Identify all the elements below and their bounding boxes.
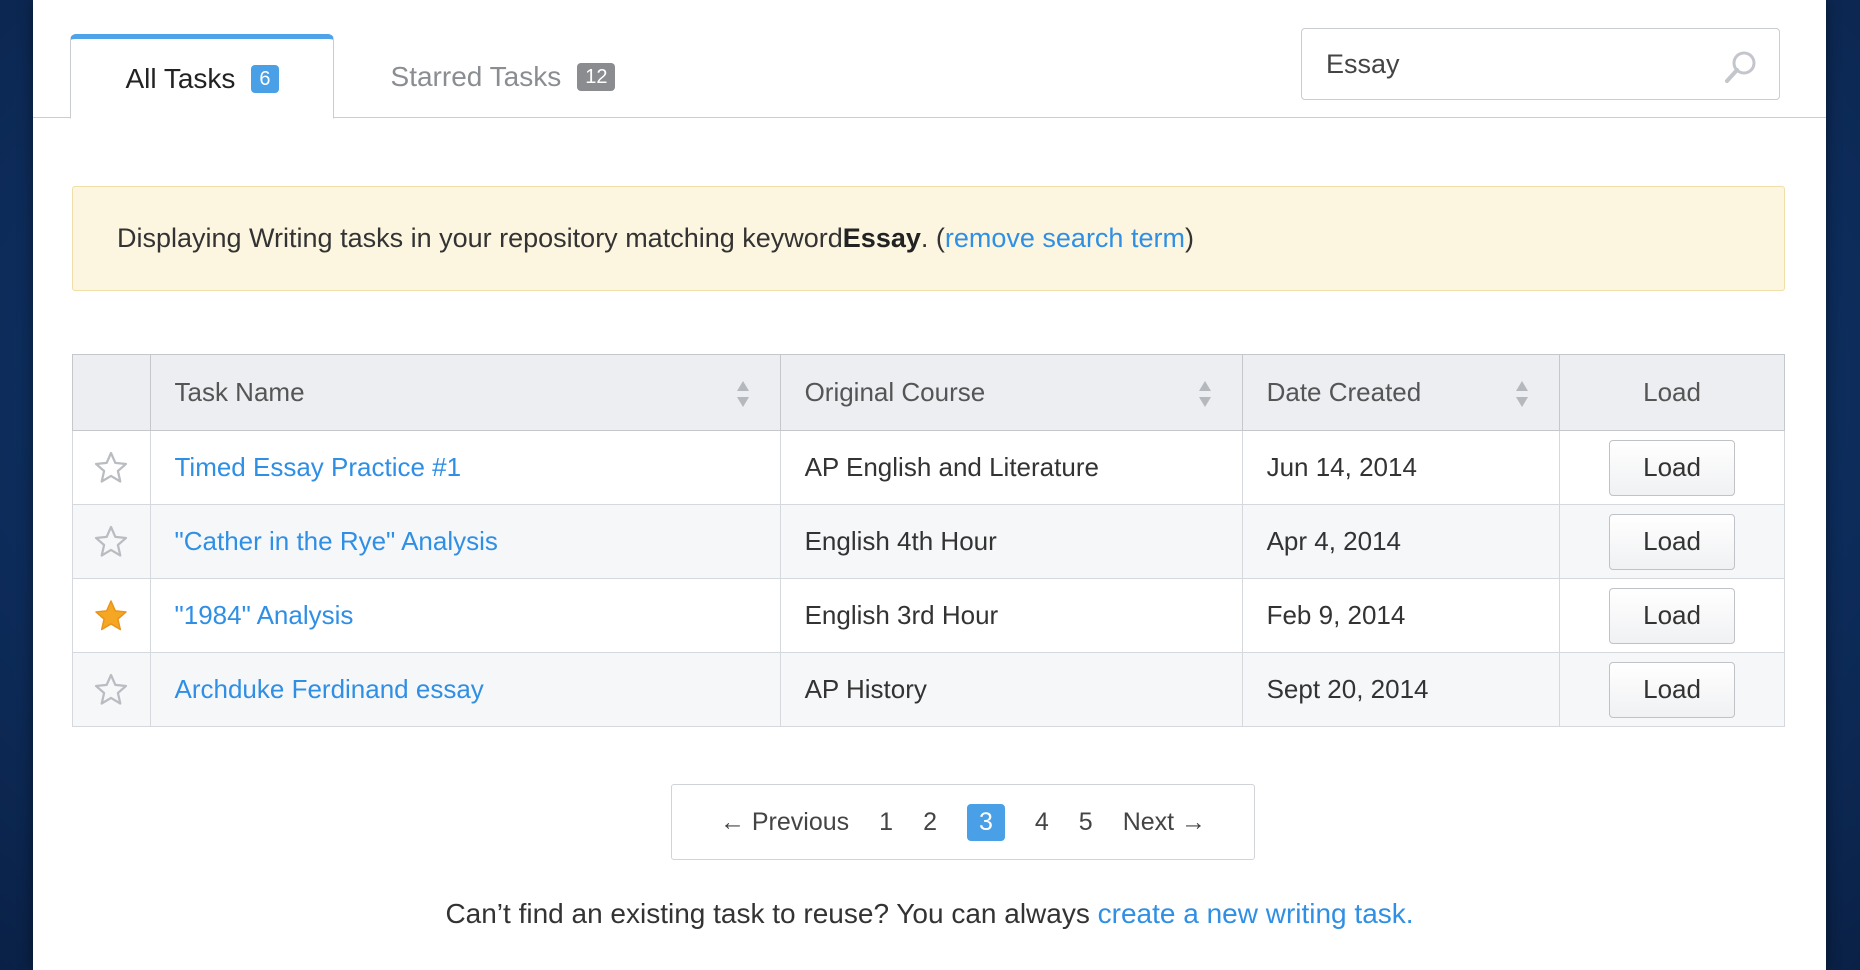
course-cell: English 3rd Hour [779, 578, 1243, 653]
date-cell: Feb 9, 2014 [1241, 578, 1561, 653]
star-cell [72, 504, 151, 579]
previous-page-link[interactable]: ← Previous [720, 808, 849, 837]
star-outline-icon[interactable] [93, 524, 129, 560]
table-row: Timed Essay Practice #1 AP English and L… [72, 430, 1785, 505]
tab-label: All Tasks [125, 62, 236, 94]
load-cell: Load [1559, 430, 1785, 505]
star-cell [72, 578, 151, 653]
remove-search-term-link[interactable]: remove search term [945, 223, 1185, 254]
page-link[interactable]: 2 [923, 808, 937, 837]
date-cell: Apr 4, 2014 [1241, 504, 1561, 579]
footer-message: Can’t find an existing task to reuse? Yo… [33, 898, 1826, 930]
star-outline-icon[interactable] [93, 672, 129, 708]
tab-starred-tasks[interactable]: Starred Tasks 12 [368, 34, 638, 119]
search-notice: Displaying Writing tasks in your reposit… [72, 186, 1785, 291]
load-button[interactable]: Load [1609, 513, 1736, 570]
tab-bar: All Tasks 6 Starred Tasks 12 [33, 0, 1826, 119]
column-header-label: Date Created [1266, 377, 1422, 407]
notice-text: ) [1184, 223, 1194, 253]
load-cell: Load [1559, 504, 1785, 579]
task-name-cell: "1984" Analysis [149, 578, 781, 653]
tasks-table: Task Name Original Course Date Created L… [72, 354, 1785, 727]
search-icon[interactable] [1723, 49, 1759, 85]
column-header-date-created[interactable]: Date Created [1241, 354, 1561, 431]
date-cell: Sept 20, 2014 [1241, 652, 1561, 727]
table-row: Archduke Ferdinand essay AP History Sept… [72, 652, 1785, 727]
create-task-link[interactable]: create a new writing task. [1098, 898, 1414, 929]
task-name-link[interactable]: "Cather in the Rye" Analysis [175, 526, 498, 556]
course-cell: AP History [779, 652, 1243, 727]
count-badge: 6 [251, 64, 279, 93]
page-link-current[interactable]: 3 [966, 803, 1005, 841]
table-row: "1984" Analysis English 3rd Hour Feb 9, … [72, 578, 1785, 653]
tab-all-tasks[interactable]: All Tasks 6 [70, 34, 334, 119]
task-name-cell: Archduke Ferdinand essay [149, 652, 781, 727]
load-button[interactable]: Load [1609, 439, 1736, 496]
tasks-panel: All Tasks 6 Starred Tasks 12 Displaying … [33, 0, 1826, 970]
task-name-link[interactable]: Archduke Ferdinand essay [175, 674, 484, 704]
load-button[interactable]: Load [1609, 587, 1736, 644]
count-badge: 12 [577, 62, 616, 91]
table-header-row: Task Name Original Course Date Created L… [72, 354, 1785, 431]
sort-icon[interactable] [736, 379, 750, 409]
page-link[interactable]: 4 [1035, 808, 1049, 837]
column-header-label: Original Course [804, 377, 986, 407]
notice-keyword: Essay [842, 223, 921, 253]
load-button[interactable]: Load [1609, 661, 1736, 718]
pagination: ← Previous 1 2 3 4 5 Next → [671, 784, 1255, 860]
task-name-cell: Timed Essay Practice #1 [149, 430, 781, 505]
page-link[interactable]: 1 [879, 808, 893, 837]
search-input[interactable] [1302, 34, 1702, 94]
sort-icon[interactable] [1198, 379, 1212, 409]
star-cell [72, 652, 151, 727]
notice-text: Displaying Writing tasks in your reposit… [117, 223, 843, 253]
course-cell: AP English and Literature [779, 430, 1243, 505]
footer-text: Can’t find an existing task to reuse? Yo… [445, 898, 1098, 929]
next-page-link[interactable]: Next → [1123, 808, 1206, 837]
sort-icon[interactable] [1515, 379, 1529, 409]
star-filled-icon[interactable] [93, 598, 129, 634]
column-header-original-course[interactable]: Original Course [779, 354, 1243, 431]
task-name-cell: "Cather in the Rye" Analysis [149, 504, 781, 579]
tab-label: Starred Tasks [390, 60, 562, 92]
load-cell: Load [1559, 652, 1785, 727]
column-header-label: Task Name [174, 377, 305, 407]
date-cell: Jun 14, 2014 [1241, 430, 1561, 505]
star-outline-icon[interactable] [93, 450, 129, 486]
column-header-load: Load [1559, 354, 1785, 431]
search-box [1301, 28, 1780, 100]
column-header-task-name[interactable]: Task Name [149, 354, 781, 431]
load-cell: Load [1559, 578, 1785, 653]
task-name-link[interactable]: Timed Essay Practice #1 [175, 452, 462, 482]
course-cell: English 4th Hour [779, 504, 1243, 579]
notice-text: . ( [920, 223, 945, 253]
star-column-header [72, 354, 151, 431]
star-cell [72, 430, 151, 505]
table-row: "Cather in the Rye" Analysis English 4th… [72, 504, 1785, 579]
page-link[interactable]: 5 [1079, 808, 1093, 837]
task-name-link[interactable]: "1984" Analysis [175, 600, 354, 630]
